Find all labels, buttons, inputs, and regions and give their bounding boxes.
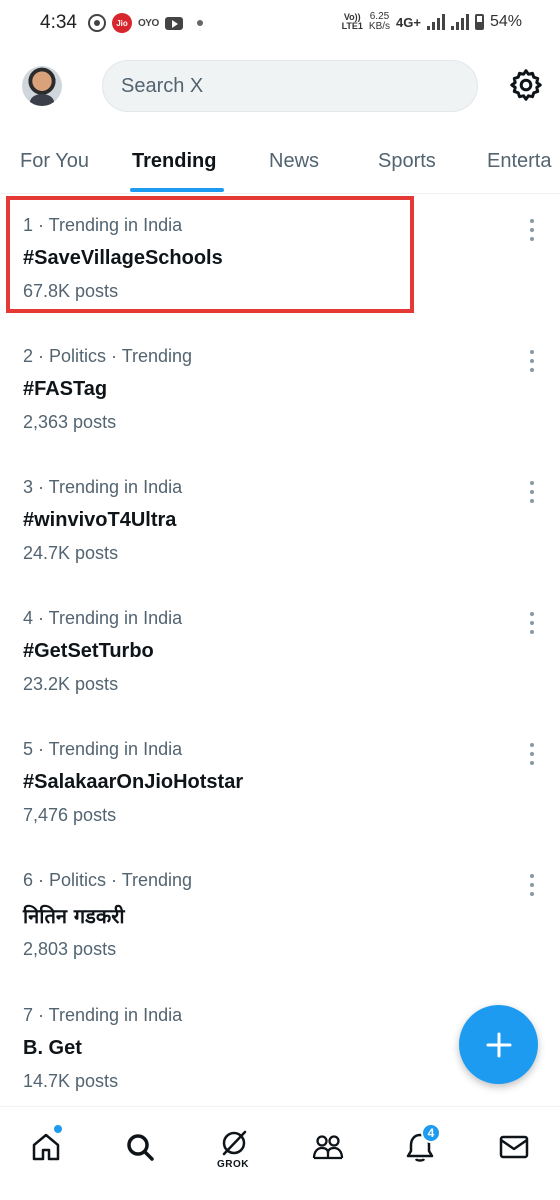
signal-icon-2 (450, 14, 469, 30)
volte-indicator: Vo)) LTE1 (342, 13, 363, 31)
nav-messages[interactable] (494, 1125, 534, 1169)
trend-name: नितिन गडकरी (23, 904, 125, 928)
trend-item[interactable]: 3 · Trending in India #winvivoT4Ultra 24… (0, 457, 560, 588)
trend-post-count: 2,363 posts (23, 412, 117, 432)
home-new-dot (54, 1125, 62, 1133)
oyo-icon: OYO (138, 17, 159, 29)
notification-icons: Jio OYO (88, 13, 203, 33)
trend-name: #GetSetTurbo (23, 640, 154, 662)
nav-communities[interactable] (308, 1125, 348, 1169)
youtube-icon (164, 16, 183, 30)
battery-percent: 54% (489, 13, 522, 30)
trend-meta: 7 · Trending in India (23, 1005, 183, 1025)
trend-item[interactable]: 5 · Trending in India #SalakaarOnJioHots… (0, 719, 560, 850)
trend-name: #FASTag (23, 378, 108, 400)
status-bar: 4:34 Jio OYO Vo)) LTE1 6.25 KB/s 4G+ 54% (0, 0, 560, 48)
search-icon (127, 1134, 154, 1161)
network-speed: 6.25 KB/s (369, 12, 390, 32)
trend-item[interactable]: 6 · Politics · Trending नितिन गडकरी 2,80… (0, 850, 560, 985)
home-icon (32, 1133, 60, 1161)
whatsapp-icon (88, 14, 106, 32)
bottom-nav: GROK 4 (0, 1106, 560, 1200)
tab-trending[interactable]: Trending (132, 150, 216, 173)
more-options-icon[interactable] (526, 743, 538, 765)
system-indicators: Vo)) LTE1 6.25 KB/s 4G+ 54% (342, 12, 522, 32)
trend-meta: 3 · Trending in India (23, 477, 183, 497)
tab-for-you[interactable]: For You (20, 150, 89, 173)
speed-unit: KB/s (368, 21, 391, 32)
status-time: 4:34 (40, 12, 77, 33)
compose-button[interactable] (459, 1005, 538, 1084)
top-header: Search X (0, 58, 560, 118)
trend-meta: 6 · Politics · Trending (23, 870, 193, 890)
trend-meta: 5 · Trending in India (23, 739, 183, 759)
trend-meta: 2 · Politics · Trending (23, 346, 193, 366)
gear-icon[interactable] (508, 67, 544, 103)
signal-icon-1 (426, 14, 445, 30)
avatar[interactable] (22, 66, 62, 106)
trend-name: #winvivoT4Ultra (23, 509, 177, 531)
nav-explore[interactable] (120, 1125, 160, 1169)
highlight-annotation (6, 196, 414, 313)
search-input[interactable]: Search X (102, 60, 478, 112)
messages-icon (499, 1135, 529, 1159)
trend-post-count: 2,803 posts (23, 939, 117, 959)
more-options-icon[interactable] (526, 874, 538, 896)
tab-news[interactable]: News (269, 150, 319, 173)
more-notifications-dot (196, 20, 203, 26)
trend-post-count: 23.2K posts (23, 674, 119, 694)
network-type: 4G+ (396, 14, 421, 30)
trend-post-count: 7,476 posts (23, 805, 117, 825)
tab-bar: For You Trending News Sports Enterta (0, 130, 560, 194)
more-options-icon[interactable] (526, 219, 538, 241)
battery-icon (474, 14, 484, 30)
tab-sports[interactable]: Sports (378, 150, 436, 173)
trend-meta: 4 · Trending in India (23, 608, 183, 628)
notifications-badge: 4 (421, 1123, 441, 1143)
trend-item[interactable]: 2 · Politics · Trending #FASTag 2,363 po… (0, 326, 560, 457)
search-placeholder: Search X (121, 74, 204, 97)
active-tab-indicator (130, 188, 224, 192)
trend-name: #SalakaarOnJioHotstar (23, 771, 244, 793)
plus-icon (486, 1032, 511, 1057)
grok-icon (222, 1130, 247, 1156)
trend-name: B. Get (23, 1037, 82, 1059)
communities-icon (312, 1135, 344, 1160)
trend-item[interactable]: 4 · Trending in India #GetSetTurbo 23.2K… (0, 588, 560, 719)
jio-icon: Jio (112, 13, 132, 33)
grok-label: GROK (217, 1159, 249, 1170)
trend-post-count: 24.7K posts (23, 543, 119, 563)
more-options-icon[interactable] (526, 481, 538, 503)
more-options-icon[interactable] (526, 612, 538, 634)
trend-post-count: 14.7K posts (23, 1071, 119, 1091)
tab-entertainment[interactable]: Enterta (487, 150, 551, 173)
more-options-icon[interactable] (526, 350, 538, 372)
lte-label: LTE1 (341, 21, 363, 31)
